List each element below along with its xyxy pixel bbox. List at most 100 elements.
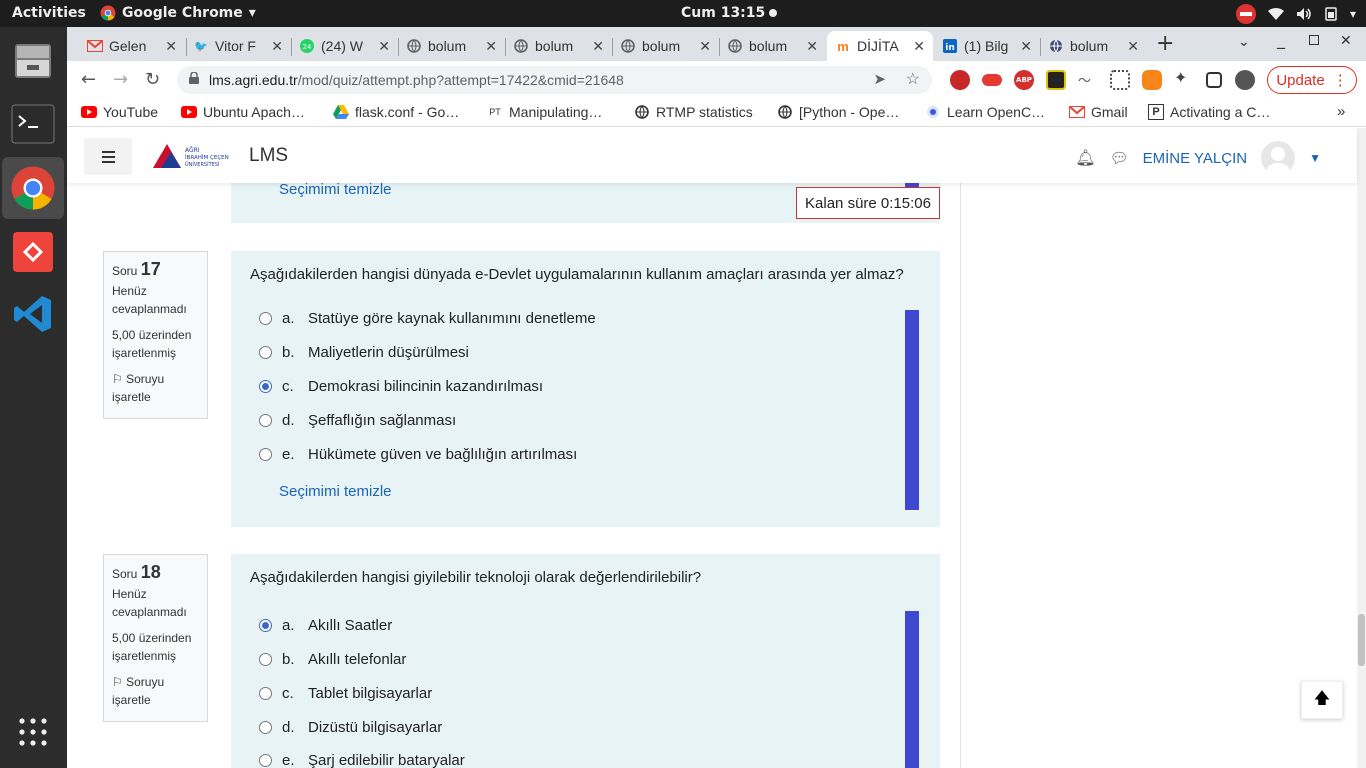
close-window-icon[interactable]: ✕ bbox=[1340, 33, 1352, 49]
answer-option[interactable]: c. Tablet bilgisayarlar bbox=[259, 685, 432, 702]
profile-avatar-icon[interactable] bbox=[1235, 70, 1255, 90]
extension-red-icon[interactable] bbox=[950, 70, 970, 90]
bookmark-flask-conf[interactable]: flask.conf - Go… bbox=[333, 104, 459, 120]
close-icon[interactable]: ✕ bbox=[1127, 38, 1139, 55]
lastpass-icon[interactable] bbox=[982, 74, 1002, 86]
flag-question-link[interactable]: ⚐ Soruyu işaretle bbox=[112, 673, 199, 709]
globe-icon bbox=[620, 38, 636, 54]
tab-bolum-2[interactable]: bolum ✕ bbox=[505, 31, 612, 61]
send-tab-icon[interactable]: ➤ bbox=[873, 70, 886, 88]
answer-option[interactable]: d. Şeffaflığın sağlanması bbox=[259, 412, 456, 429]
tab-bolum-4[interactable]: bolum ✕ bbox=[719, 31, 826, 61]
extension-wave-icon[interactable]: 〜 bbox=[1078, 70, 1098, 90]
app-grid-icon[interactable] bbox=[8, 707, 58, 757]
do-not-disturb-icon[interactable] bbox=[1235, 4, 1256, 24]
globe-icon bbox=[406, 38, 422, 54]
bookmark-gmail[interactable]: Gmail bbox=[1069, 104, 1128, 120]
back-to-top-button[interactable]: 🡅 bbox=[1301, 681, 1343, 719]
extensions-puzzle-icon[interactable]: ✦ bbox=[1174, 68, 1194, 88]
radio-button[interactable] bbox=[259, 619, 272, 632]
terminal-icon[interactable] bbox=[8, 99, 58, 149]
clear-choice-link[interactable]: Seçimimi temizle bbox=[279, 483, 392, 500]
clear-choice-link[interactable]: Seçimimi temizle bbox=[279, 181, 392, 198]
system-tray[interactable]: ▾ bbox=[1235, 4, 1356, 24]
bookmark-youtube[interactable]: YouTube bbox=[81, 104, 158, 120]
page-scrollbar[interactable] bbox=[1357, 128, 1366, 768]
maximize-icon[interactable] bbox=[1309, 35, 1319, 45]
site-brand[interactable]: AĞRI İBRAHİM ÇEÇEN ÜNİVERSİTESİ LMS bbox=[153, 142, 288, 170]
close-icon[interactable]: ✕ bbox=[913, 38, 925, 55]
tab-whatsapp[interactable]: 24 (24) W ✕ bbox=[291, 31, 398, 61]
answer-option[interactable]: d. Dizüstü bilgisayarlar bbox=[259, 719, 442, 736]
adblock-icon[interactable]: ABP bbox=[1014, 70, 1034, 90]
answer-option[interactable]: a. Akıllı Saatler bbox=[259, 617, 392, 634]
flag-question-link[interactable]: ⚐ Soruyu işaretle bbox=[112, 370, 199, 406]
back-arrow-icon[interactable]: ← bbox=[81, 69, 96, 90]
answer-option[interactable]: e. Hükümete güven ve bağlılığın artırılma… bbox=[259, 446, 577, 463]
bookmark-star-icon[interactable]: ☆ bbox=[906, 69, 920, 89]
radio-button[interactable] bbox=[259, 346, 272, 359]
tab-search-icon[interactable]: ⌄ bbox=[1238, 34, 1250, 50]
tab-linkedin[interactable]: in (1) Bilg ✕ bbox=[934, 31, 1040, 61]
bookmark-ubuntu-apache[interactable]: Ubuntu Apach… bbox=[181, 104, 305, 120]
answer-scrollbar[interactable] bbox=[905, 310, 919, 510]
notification-bell-icon[interactable]: 🔔︎ bbox=[1075, 148, 1095, 168]
extension-yellow-icon[interactable] bbox=[1046, 70, 1066, 90]
close-icon[interactable]: ✕ bbox=[485, 38, 497, 55]
close-icon[interactable]: ✕ bbox=[806, 38, 818, 55]
bookmark-python-ope[interactable]: [Python - Ope… bbox=[777, 104, 899, 120]
messages-icon[interactable]: 💬︎ bbox=[1110, 149, 1129, 167]
answer-option[interactable]: b. Akıllı telefonlar bbox=[259, 651, 406, 668]
radio-button[interactable] bbox=[259, 380, 272, 393]
radio-button[interactable] bbox=[259, 687, 272, 700]
close-icon[interactable]: ✕ bbox=[271, 38, 283, 55]
activities-button[interactable]: Activities bbox=[12, 5, 86, 21]
tab-gmail[interactable]: Gelen ✕ bbox=[79, 31, 185, 61]
answer-option[interactable]: a. Statüye göre kaynak kullanımını denetl… bbox=[259, 310, 596, 327]
app-menu[interactable]: Google Chrome ▾ bbox=[100, 5, 256, 21]
close-icon[interactable]: ✕ bbox=[592, 38, 604, 55]
tab-twitter[interactable]: 🐦 Vitor F ✕ bbox=[185, 31, 291, 61]
tab-dijital-active[interactable]: m DİJİTA ✕ bbox=[827, 31, 933, 61]
question-marks: 5,00 üzerinden işaretlenmiş bbox=[112, 631, 192, 663]
vscode-icon[interactable] bbox=[8, 289, 58, 339]
drawer-toggle-button[interactable] bbox=[84, 138, 132, 175]
radio-button[interactable] bbox=[259, 721, 272, 734]
answer-option[interactable]: c. Demokrasi bilincinin kazandırılması bbox=[259, 378, 543, 395]
close-icon[interactable]: ✕ bbox=[1020, 38, 1032, 55]
update-button[interactable]: Update ⋮ bbox=[1267, 66, 1357, 94]
tab-bolum-1[interactable]: bolum ✕ bbox=[398, 31, 505, 61]
forward-arrow-icon[interactable]: → bbox=[113, 69, 128, 90]
bookmark-learn-opencv[interactable]: Learn OpenC… bbox=[925, 104, 1045, 120]
radio-button[interactable] bbox=[259, 414, 272, 427]
bookmark-activating[interactable]: P Activating a C… bbox=[1148, 104, 1270, 120]
radio-button[interactable] bbox=[259, 448, 272, 461]
address-bar[interactable]: lms.agri.edu.tr/mod/quiz/attempt.php?att… bbox=[177, 66, 932, 94]
clock[interactable]: Cum 13:15 bbox=[681, 5, 778, 21]
gmail-icon bbox=[87, 38, 103, 54]
radio-button[interactable] bbox=[259, 653, 272, 666]
bookmark-rtmp[interactable]: RTMP statistics bbox=[634, 104, 753, 120]
metamask-icon[interactable] bbox=[1142, 70, 1162, 90]
new-tab-button[interactable]: + bbox=[1156, 31, 1174, 56]
radio-button[interactable] bbox=[259, 312, 272, 325]
files-icon[interactable] bbox=[8, 35, 58, 85]
user-menu[interactable]: 🔔︎ 💬︎ EMİNE YALÇIN ▼ bbox=[1075, 141, 1321, 175]
close-icon[interactable]: ✕ bbox=[378, 38, 390, 55]
reload-icon[interactable]: ↻ bbox=[145, 69, 160, 90]
answer-option[interactable]: e. Şarj edilebilir bataryalar bbox=[259, 752, 465, 768]
anydesk-icon[interactable] bbox=[8, 227, 58, 277]
close-icon[interactable]: ✕ bbox=[699, 38, 711, 55]
close-icon[interactable]: ✕ bbox=[165, 38, 177, 55]
chrome-dock-icon[interactable] bbox=[2, 157, 64, 219]
bookmark-manipulating[interactable]: PT Manipulating… bbox=[487, 104, 602, 120]
answer-option[interactable]: b. Maliyetlerin düşürülmesi bbox=[259, 344, 469, 361]
tab-bolum-3[interactable]: bolum ✕ bbox=[612, 31, 719, 61]
tab-bolum-5[interactable]: bolum ✕ bbox=[1040, 31, 1147, 61]
answer-scrollbar[interactable] bbox=[905, 611, 919, 768]
qr-code-icon[interactable] bbox=[1110, 70, 1130, 90]
bookmarks-overflow-icon[interactable]: » bbox=[1337, 103, 1345, 120]
reading-list-icon[interactable] bbox=[1206, 72, 1222, 88]
minimize-icon[interactable]: _ bbox=[1277, 30, 1285, 49]
radio-button[interactable] bbox=[259, 754, 272, 767]
